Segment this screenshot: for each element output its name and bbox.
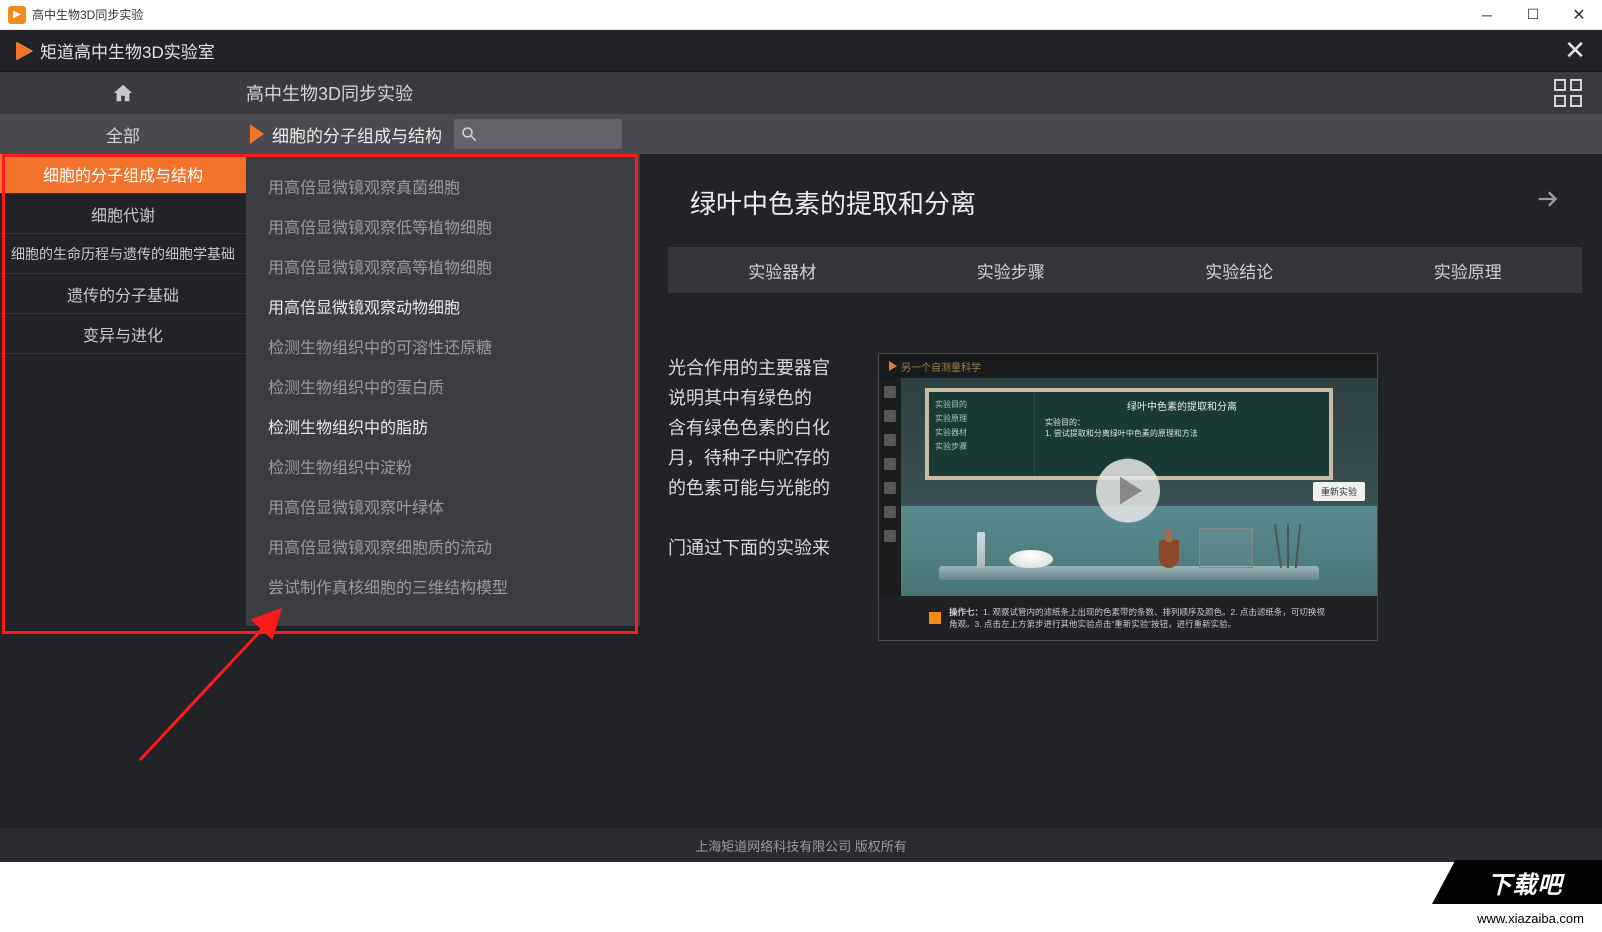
experiment-item[interactable]: 尝试制作真核细胞的三维结构模型 bbox=[246, 566, 640, 606]
sidebar-item-metabolism[interactable]: 细胞代谢 bbox=[0, 194, 246, 234]
sidebar-item-evolution[interactable]: 变异与进化 bbox=[0, 314, 246, 354]
sticks-icon bbox=[1271, 520, 1311, 568]
top-nav: 高中生物3D同步实验 bbox=[0, 72, 1602, 114]
video-thumbnail[interactable]: 另一个自测量科学 实验目的 实验原理 实验器材 实验步骤 绿叶中色素的提取和分离… bbox=[878, 353, 1378, 641]
watermark-url: www.xiazaiba.com bbox=[1432, 904, 1602, 932]
category-row: 全部 细胞的分子组成与结构 bbox=[0, 114, 1602, 154]
app-title: 矩道高中生物3D实验室 bbox=[40, 38, 215, 63]
experiment-item[interactable]: 检测生物组织中淀粉 bbox=[246, 446, 640, 486]
search-icon bbox=[460, 125, 478, 143]
watermark-top: 下载吧 bbox=[1448, 860, 1602, 904]
minimize-button[interactable]: ─ bbox=[1464, 0, 1510, 30]
grid-view-button[interactable] bbox=[1554, 79, 1582, 107]
tube-rack-icon bbox=[1199, 528, 1253, 568]
flask-icon bbox=[1159, 540, 1179, 568]
experiment-item[interactable]: 检测生物组织中的蛋白质 bbox=[246, 366, 640, 406]
sidebar-item-genetics[interactable]: 遗传的分子基础 bbox=[0, 274, 246, 314]
mortar-icon bbox=[1009, 550, 1053, 568]
window-title: 高中生物3D同步实验 bbox=[32, 6, 143, 23]
thumb-caption: 操作七：1. 观察试管内的滤纸条上出现的色素带的条数、排列顺序及颜色。2. 点击… bbox=[879, 596, 1377, 640]
sidebar-item-lifecycle[interactable]: 细胞的生命历程与遗传的细胞学基础 bbox=[0, 234, 246, 274]
main-header: 绿叶中色素的提取和分离 bbox=[640, 154, 1582, 247]
home-icon bbox=[111, 82, 135, 104]
app-logo: 矩道高中生物3D实验室 bbox=[16, 38, 215, 63]
tab-equipment[interactable]: 实验器材 bbox=[668, 247, 897, 293]
experiment-item[interactable]: 检测生物组织中的可溶性还原糖 bbox=[246, 326, 640, 366]
copyright-text: 上海矩道网络科技有限公司 版权所有 bbox=[695, 836, 907, 855]
window-titlebar: ▶ 高中生物3D同步实验 ─ ☐ ✕ bbox=[0, 0, 1602, 30]
app-header: 矩道高中生物3D实验室 ✕ bbox=[0, 30, 1602, 72]
next-arrow-button[interactable] bbox=[1534, 185, 1562, 220]
chevron-right-icon bbox=[250, 124, 264, 144]
app-close-button[interactable]: ✕ bbox=[1564, 35, 1586, 66]
play-button[interactable] bbox=[1096, 459, 1160, 523]
thumb-toolbar bbox=[879, 378, 901, 596]
tab-conclusion[interactable]: 实验结论 bbox=[1125, 247, 1354, 293]
main-content: 绿叶中色素的提取和分离 实验器材 实验步骤 实验结论 实验原理 光合作用的主要器… bbox=[640, 154, 1582, 641]
home-button[interactable] bbox=[0, 72, 246, 114]
experiment-item[interactable]: 用高倍显微镜观察真菌细胞 bbox=[246, 166, 640, 206]
category-selected[interactable]: 细胞的分子组成与结构 bbox=[246, 114, 442, 154]
app-icon: ▶ bbox=[8, 6, 26, 24]
category-all[interactable]: 全部 bbox=[0, 114, 246, 154]
tab-steps[interactable]: 实验步骤 bbox=[897, 247, 1126, 293]
tab-principle[interactable]: 实验原理 bbox=[1354, 247, 1583, 293]
experiment-dropdown: 用高倍显微镜观察真菌细胞 用高倍显微镜观察低等植物细胞 用高倍显微镜观察高等植物… bbox=[246, 154, 640, 626]
window-controls: ─ ☐ ✕ bbox=[1464, 0, 1602, 30]
cylinder-icon bbox=[977, 532, 985, 568]
window-close-button[interactable]: ✕ bbox=[1556, 0, 1602, 30]
thumb-brand-bar: 另一个自测量科学 bbox=[879, 354, 1377, 378]
arrow-right-icon bbox=[1534, 185, 1562, 213]
search-input[interactable] bbox=[454, 119, 622, 149]
grid-icon bbox=[1554, 79, 1566, 91]
square-icon bbox=[929, 612, 941, 624]
page-title: 绿叶中色素的提取和分离 bbox=[690, 184, 976, 221]
app-shell: 矩道高中生物3D实验室 ✕ 高中生物3D同步实验 全部 细胞的分子组成与结构 细… bbox=[0, 30, 1602, 862]
description-text: 光合作用的主要器官 说明其中有绿色的 含有绿色色素的白化 月，待种子中贮存的 的… bbox=[668, 353, 848, 641]
sidebar: 细胞的分子组成与结构 细胞代谢 细胞的生命历程与遗传的细胞学基础 遗传的分子基础… bbox=[0, 154, 246, 354]
footer: 上海矩道网络科技有限公司 版权所有 bbox=[0, 828, 1602, 862]
restart-button[interactable]: 重新实验 bbox=[1313, 482, 1365, 501]
logo-icon bbox=[889, 361, 897, 371]
watermark: 下载吧 www.xiazaiba.com bbox=[1432, 860, 1602, 932]
experiment-item[interactable]: 用高倍显微镜观察叶绿体 bbox=[246, 486, 640, 526]
experiment-item[interactable]: 用高倍显微镜观察高等植物细胞 bbox=[246, 246, 640, 286]
experiment-item[interactable]: 检测生物组织中的脂肪 bbox=[246, 406, 640, 446]
category-label: 细胞的分子组成与结构 bbox=[272, 122, 442, 147]
content-row: 光合作用的主要器官 说明其中有绿色的 含有绿色色素的白化 月，待种子中贮存的 的… bbox=[668, 353, 1582, 641]
experiment-item[interactable]: 用高倍显微镜观察细胞质的流动 bbox=[246, 526, 640, 566]
nav-title: 高中生物3D同步实验 bbox=[246, 80, 413, 106]
tab-bar: 实验器材 实验步骤 实验结论 实验原理 bbox=[668, 247, 1582, 293]
experiment-item[interactable]: 用高倍显微镜观察动物细胞 bbox=[246, 286, 640, 326]
experiment-item[interactable]: 用高倍显微镜观察低等植物细胞 bbox=[246, 206, 640, 246]
logo-icon bbox=[16, 42, 32, 60]
maximize-button[interactable]: ☐ bbox=[1510, 0, 1556, 30]
sidebar-item-molecular[interactable]: 细胞的分子组成与结构 bbox=[0, 154, 246, 194]
